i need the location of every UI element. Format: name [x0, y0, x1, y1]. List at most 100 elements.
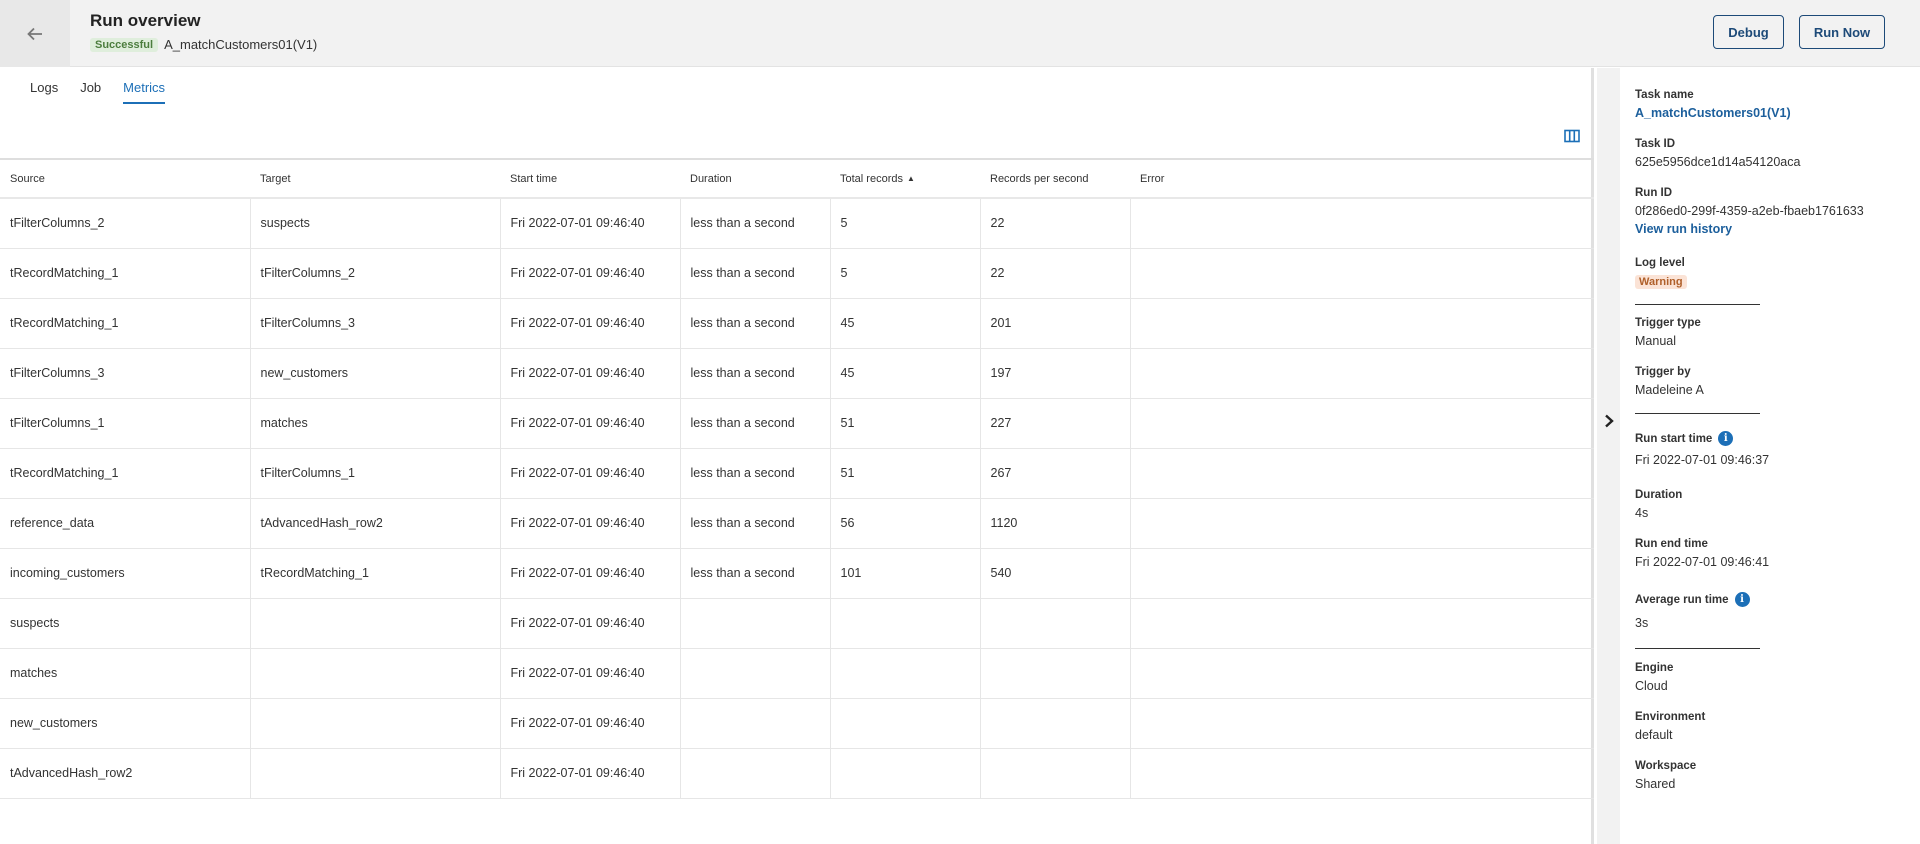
cell-error [1130, 398, 1594, 449]
info-icon[interactable]: i [1718, 431, 1734, 446]
cell-duration: less than a second [680, 448, 831, 499]
field-workspace: Workspace Shared [1635, 760, 1696, 791]
cell-source: tFilterColumns_2 [0, 198, 251, 249]
debug-button[interactable]: Debug [1713, 15, 1784, 49]
table-row[interactable]: tFilterColumns_3 new_customers Fri 2022-07… [0, 348, 1594, 399]
table-row[interactable]: tRecordMatching_1 tFilterColumns_1 Fri 202… [0, 448, 1594, 499]
duration-value: 4s [1635, 506, 1649, 520]
task-id-label: Task ID [1635, 138, 1676, 150]
metrics-table-container: Source Target Start time Duration Total … [0, 158, 1594, 844]
engine-value: Cloud [1635, 679, 1668, 693]
cell-records-per-second [980, 648, 1131, 699]
table-row[interactable]: tAdvancedHash_row2 Fri 2022-07-01 09:46:4… [0, 748, 1594, 799]
cell-source: incoming_customers [0, 548, 251, 599]
field-trigger-by: Trigger by Madeleine A [1635, 366, 1704, 397]
back-button[interactable] [0, 0, 70, 67]
table-row[interactable]: tFilterColumns_1 matches Fri 2022-07-01 09… [0, 398, 1594, 449]
task-name-link[interactable]: A_matchCustomers01(V1) [1635, 106, 1791, 120]
column-header-target[interactable]: Target [250, 160, 500, 199]
table-row[interactable]: tRecordMatching_1 tFilterColumns_2 Fri 202… [0, 248, 1594, 299]
cell-start-time: Fri 2022-07-01 09:46:40 [500, 548, 681, 599]
run-subtitle: Successful A_matchCustomers01(V1) [90, 37, 317, 52]
table-body: tFilterColumns_2 suspects Fri 2022-07-01 0… [0, 198, 1594, 799]
cell-duration: less than a second [680, 298, 831, 349]
column-header-source[interactable]: Source [0, 160, 250, 199]
view-run-history-link[interactable]: View run history [1635, 222, 1864, 236]
cell-total-records: 45 [830, 298, 981, 349]
engine-label: Engine [1635, 662, 1674, 674]
cell-total-records: 51 [830, 398, 981, 449]
run-id-value: 0f286ed0-299f-4359-a2eb-fbaeb1761633 [1635, 204, 1864, 218]
cell-target [250, 748, 501, 799]
trigger-type-value: Manual [1635, 334, 1676, 348]
cell-target [250, 698, 501, 749]
cell-start-time: Fri 2022-07-01 09:46:40 [500, 448, 681, 499]
chevron-right-icon[interactable] [1603, 414, 1615, 428]
run-task-name: A_matchCustomers01(V1) [164, 37, 318, 52]
run-details-panel: Task name A_matchCustomers01(V1) Task ID… [1620, 68, 1920, 844]
cell-source: matches [0, 648, 251, 699]
column-header-total-records[interactable]: Total records ▲ [830, 160, 980, 199]
cell-records-per-second [980, 598, 1131, 649]
table-row[interactable]: matches Fri 2022-07-01 09:46:40 [0, 648, 1594, 699]
cell-source: tRecordMatching_1 [0, 448, 251, 499]
cell-source: tFilterColumns_3 [0, 348, 251, 399]
table-row[interactable]: reference_data tAdvancedHash_row2 Fri 2022… [0, 498, 1594, 549]
cell-source: tRecordMatching_1 [0, 248, 251, 299]
run-start-time-value: Fri 2022-07-01 09:46:37 [1635, 453, 1770, 467]
cell-error [1130, 548, 1594, 599]
column-header-records-per-second[interactable]: Records per second [980, 160, 1130, 199]
cell-target: tRecordMatching_1 [250, 548, 501, 599]
trigger-by-label: Trigger by [1635, 366, 1691, 378]
cell-start-time: Fri 2022-07-01 09:46:40 [500, 398, 681, 449]
cell-records-per-second: 197 [980, 348, 1131, 399]
table-row[interactable]: tRecordMatching_1 tFilterColumns_3 Fri 202… [0, 298, 1594, 349]
column-header-total-records-label: Total records [840, 172, 903, 185]
status-badge: Successful [90, 37, 159, 52]
page-title: Run overview [90, 11, 201, 30]
cell-records-per-second: 22 [980, 198, 1131, 249]
column-header-error[interactable]: Error [1130, 160, 1594, 199]
cell-target: suspects [250, 198, 501, 249]
sort-ascending-icon: ▲ [906, 174, 915, 184]
tab-job[interactable]: Job [80, 80, 101, 104]
cell-duration: less than a second [680, 548, 831, 599]
side-panel-toggle-strip [1597, 68, 1620, 844]
cell-records-per-second: 201 [980, 298, 1131, 349]
column-header-duration[interactable]: Duration [680, 160, 830, 199]
task-name-label: Task name [1635, 89, 1694, 101]
run-now-button[interactable]: Run Now [1799, 15, 1885, 49]
cell-error [1130, 198, 1594, 249]
table-row[interactable]: incoming_customers tRecordMatching_1 Fri 2… [0, 548, 1594, 599]
tab-bar: Logs Job Metrics [30, 80, 166, 104]
table-row[interactable]: suspects Fri 2022-07-01 09:46:40 [0, 598, 1594, 649]
table-row[interactable]: tFilterColumns_2 suspects Fri 2022-07-01 0… [0, 198, 1594, 249]
average-run-time-value: 3s [1635, 616, 1649, 630]
cell-error [1130, 248, 1594, 299]
field-engine: Engine Cloud [1635, 662, 1673, 693]
run-start-time-label: Run start time [1635, 432, 1713, 445]
workspace-label: Workspace [1635, 760, 1697, 772]
cell-start-time: Fri 2022-07-01 09:46:40 [500, 748, 681, 799]
cell-error [1130, 298, 1594, 349]
info-icon[interactable]: i [1734, 592, 1750, 607]
cell-total-records: 101 [830, 548, 981, 599]
field-environment: Environment default [1635, 711, 1705, 742]
tab-logs[interactable]: Logs [30, 80, 58, 104]
cell-start-time: Fri 2022-07-01 09:46:40 [500, 598, 681, 649]
cell-total-records: 5 [830, 198, 981, 249]
run-end-time-value: Fri 2022-07-01 09:46:41 [1635, 555, 1770, 569]
table-row[interactable]: new_customers Fri 2022-07-01 09:46:40 [0, 698, 1594, 749]
column-header-start-time[interactable]: Start time [500, 160, 680, 199]
cell-error [1130, 698, 1594, 749]
cell-records-per-second: 22 [980, 248, 1131, 299]
cell-target: new_customers [250, 348, 501, 399]
cell-start-time: Fri 2022-07-01 09:46:40 [500, 498, 681, 549]
tab-metrics[interactable]: Metrics [123, 80, 166, 104]
field-task-name: Task name A_matchCustomers01(V1) [1635, 89, 1791, 120]
duration-label: Duration [1635, 489, 1683, 501]
cell-total-records: 45 [830, 348, 981, 399]
metrics-panel: Logs Job Metrics Source Target Start tim… [0, 68, 1594, 844]
columns-icon[interactable] [1564, 129, 1580, 143]
cell-duration [680, 698, 831, 749]
